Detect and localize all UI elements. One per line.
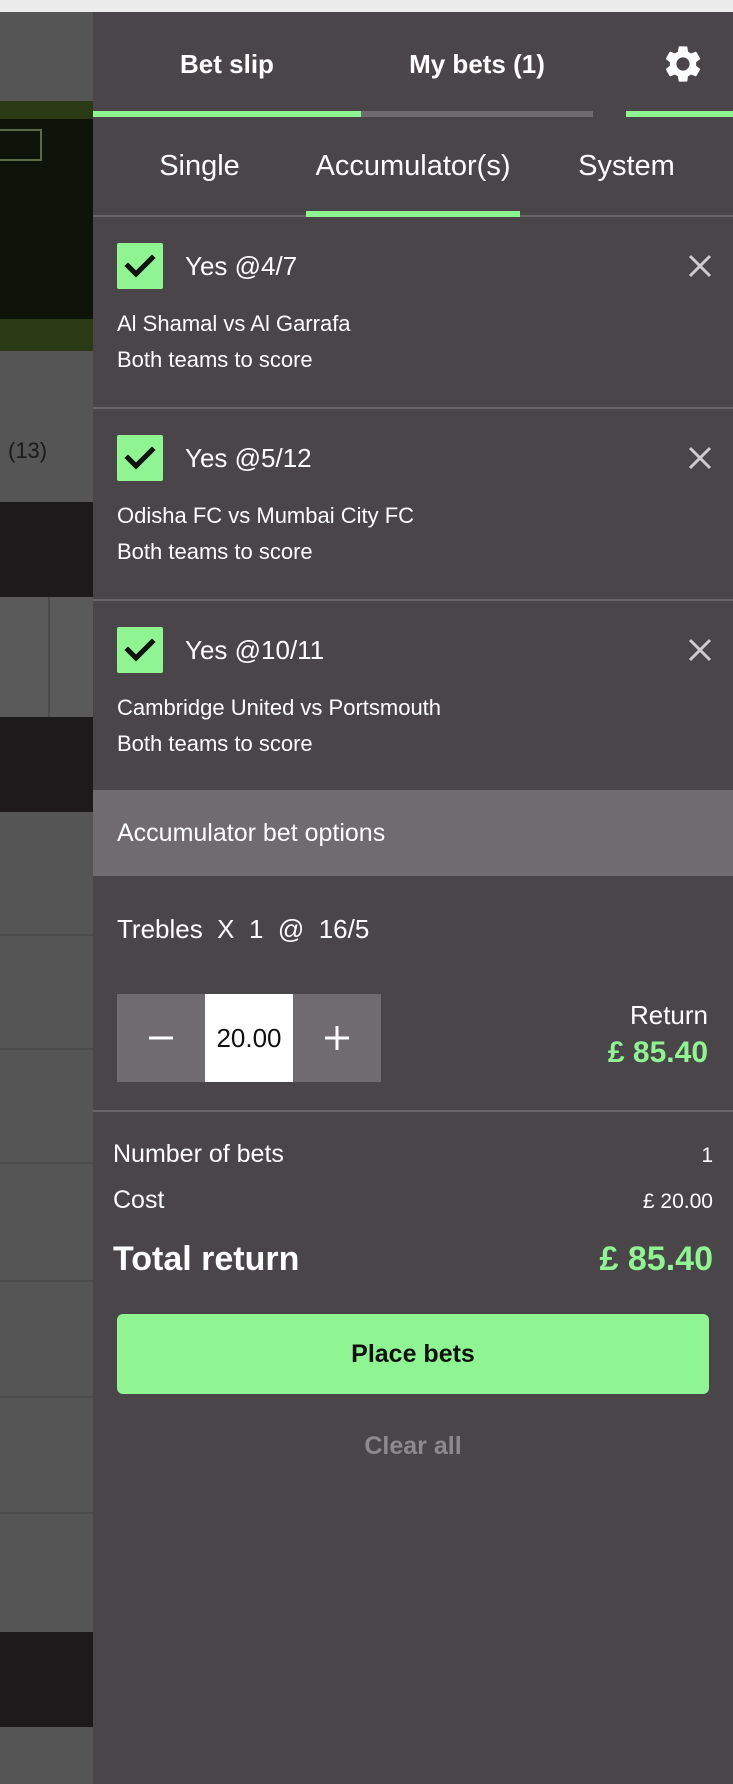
return-label: Return (629, 1000, 708, 1030)
background-bar (0, 717, 93, 812)
background-page: (13) (0, 12, 93, 1784)
clear-all-button[interactable]: Clear all (93, 1432, 733, 1461)
background-bar (0, 1632, 93, 1727)
total-return-label: Total return (113, 1240, 300, 1278)
tab-single[interactable]: Single (93, 117, 306, 215)
decrease-stake-button[interactable] (117, 994, 205, 1082)
tab-system[interactable]: System (520, 117, 733, 215)
tab-accumulators[interactable]: Accumulator(s) (306, 117, 520, 215)
cost-label: Cost (113, 1186, 165, 1214)
selection-item: Yes @4/7 Al Shamal vs Al Garrafa Both te… (93, 217, 733, 409)
accumulator-options-title: Accumulator bet options (117, 819, 386, 847)
number-of-bets-value: 1 (701, 1144, 713, 1167)
selection-item: Yes @5/12 Odisha FC vs Mumbai City FC Bo… (93, 409, 733, 601)
settings-button[interactable] (661, 42, 705, 86)
remove-selection-button[interactable] (681, 247, 719, 285)
tab-accumulators-label: Accumulator(s) (315, 149, 511, 182)
remove-selection-button[interactable] (681, 631, 719, 669)
number-of-bets-label: Number of bets (113, 1140, 284, 1168)
background-divider (0, 1512, 93, 1514)
selection-odds: Yes @4/7 (185, 251, 298, 281)
tab-my-bets-label: My bets (1) (409, 49, 545, 79)
selection-odds: Yes @10/11 (185, 635, 325, 665)
summary-divider (93, 1110, 733, 1112)
selection-odds: Yes @5/12 (185, 443, 312, 473)
increase-stake-button[interactable] (293, 994, 381, 1082)
checkmark-icon (124, 254, 156, 278)
cost-value: £ 20.00 (642, 1190, 713, 1213)
background-count: (13) (8, 438, 48, 463)
stake-input[interactable] (205, 994, 293, 1082)
selection-checkbox[interactable] (117, 627, 163, 673)
selection-checkbox[interactable] (117, 435, 163, 481)
close-icon (688, 446, 712, 470)
checkmark-icon (124, 446, 156, 470)
tab-my-bets[interactable]: My bets (1) (361, 12, 593, 117)
remove-selection-button[interactable] (681, 439, 719, 477)
accumulator-options-bar: Accumulator bet options (93, 790, 733, 876)
selection-match: Cambridge United vs Portsmouth (117, 695, 442, 720)
minus-icon (149, 1036, 173, 1040)
selection-market: Both teams to score (117, 731, 313, 756)
background-divider (0, 1396, 93, 1398)
total-return-value: £ 85.40 (599, 1240, 713, 1278)
stake-stepper (117, 994, 381, 1082)
tab-system-label: System (578, 149, 675, 182)
bet-slip-panel: Bet slip My bets (1) Single Accumulator(… (93, 12, 733, 1784)
background-bar (0, 502, 93, 597)
background-pitch-image (0, 101, 93, 351)
selection-match: Odisha FC vs Mumbai City FC (117, 503, 415, 528)
selection-market: Both teams to score (117, 347, 313, 372)
background-divider (0, 934, 93, 936)
tab-bet-slip-label: Bet slip (180, 49, 274, 79)
close-icon (688, 254, 712, 278)
tab-single-label: Single (159, 149, 240, 182)
return-value: £ 85.40 (607, 1036, 708, 1069)
close-icon (688, 638, 712, 662)
top-strip (0, 0, 733, 12)
tab-bet-slip[interactable]: Bet slip (93, 12, 361, 117)
background-divider (0, 1048, 93, 1050)
selection-item: Yes @10/11 Cambridge United vs Portsmout… (93, 601, 733, 791)
selection-checkbox[interactable] (117, 243, 163, 289)
plus-icon (325, 1026, 349, 1050)
gear-icon (665, 46, 701, 82)
bet-slip-header: Bet slip My bets (1) (93, 12, 733, 117)
selection-match: Al Shamal vs Al Garrafa (117, 311, 351, 336)
selection-market: Both teams to score (117, 539, 313, 564)
checkmark-icon (124, 638, 156, 662)
background-divider (0, 1162, 93, 1164)
place-bets-button[interactable]: Place bets (117, 1314, 709, 1394)
bet-type-tabs: Single Accumulator(s) System (93, 117, 733, 217)
bet-type-label: Trebles X 1 @ 16/5 (117, 914, 370, 944)
background-row (0, 597, 93, 717)
background-divider (0, 1280, 93, 1282)
